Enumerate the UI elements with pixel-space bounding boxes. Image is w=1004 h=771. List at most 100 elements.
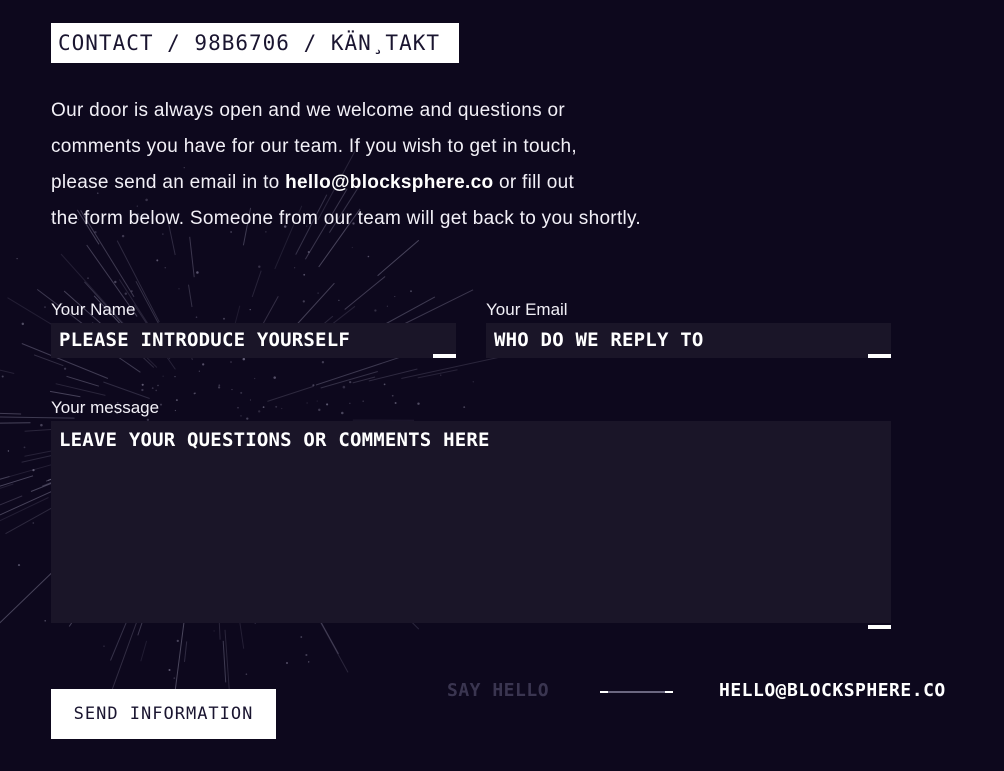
star-dot: [440, 374, 442, 376]
star-dot: [218, 384, 221, 387]
say-hello-label: SAY HELLO: [447, 680, 550, 701]
star-dot: [40, 423, 43, 427]
star-streak: [0, 495, 23, 506]
divider-line: [608, 691, 665, 693]
intro-email-link[interactable]: hello@blocksphere.co: [285, 172, 493, 193]
star-dot: [394, 296, 396, 298]
star-streak: [377, 239, 420, 277]
star-dot: [32, 522, 35, 524]
star-streak: [111, 621, 138, 692]
star-dot: [246, 417, 249, 420]
email-input-corner-mark: [868, 354, 891, 358]
star-dot: [362, 400, 364, 402]
star-streak: [315, 353, 411, 386]
star-dot: [176, 639, 179, 643]
message-placeholder: LEAVE YOUR QUESTIONS OR COMMENTS HERE: [59, 429, 490, 451]
star-dot: [213, 630, 215, 632]
star-streak: [0, 412, 22, 415]
star-dot: [114, 280, 117, 284]
star-streak: [0, 476, 10, 480]
star-dot: [303, 273, 306, 276]
star-dot: [141, 383, 144, 386]
star-dot: [472, 381, 475, 383]
star-dot: [162, 375, 164, 377]
star-streak: [0, 497, 49, 522]
star-dot: [156, 259, 159, 262]
star-dot: [44, 620, 46, 622]
star-dot: [173, 677, 176, 679]
star-dot: [230, 361, 232, 363]
star-dot: [410, 290, 412, 293]
name-placeholder: PLEASE INTRODUCE YOURSELF: [59, 329, 350, 351]
star-dot: [44, 306, 46, 309]
intro-text: Our door is always open and we welcome a…: [51, 93, 751, 237]
footer-email-link[interactable]: HELLO@BLOCKSPHERE.CO: [719, 680, 946, 701]
star-dot: [300, 636, 303, 638]
star-streak: [188, 284, 193, 308]
star-dot: [281, 407, 283, 410]
star-dot: [394, 402, 397, 404]
star-dot: [342, 385, 346, 389]
star-dot: [124, 292, 128, 295]
star-dot: [317, 292, 319, 294]
star-dot: [103, 645, 105, 647]
star-streak: [140, 640, 148, 662]
star-dot: [249, 308, 251, 311]
star-dot: [391, 394, 394, 397]
star-dot: [195, 316, 198, 318]
name-input[interactable]: PLEASE INTRODUCE YOURSELF: [51, 323, 456, 358]
star-dot: [223, 317, 225, 320]
star-streak: [222, 640, 227, 683]
star-dot: [1, 375, 4, 378]
star-dot: [306, 402, 308, 404]
star-dot: [316, 400, 318, 402]
star-dot: [338, 299, 340, 302]
name-label: Your Name: [51, 300, 136, 319]
star-dot: [258, 410, 261, 413]
message-textarea[interactable]: LEAVE YOUR QUESTIONS OR COMMENTS HERE: [51, 421, 891, 623]
star-dot: [367, 255, 370, 258]
star-streak: [352, 376, 376, 384]
page-title: CONTACT / 98B6706 / KÄN¸TAKT: [51, 23, 459, 63]
message-corner-mark: [868, 625, 891, 629]
star-streak: [0, 369, 15, 374]
email-placeholder: WHO DO WE REPLY TO: [494, 329, 704, 351]
star-dot: [262, 406, 265, 408]
star-streak: [0, 422, 31, 424]
star-dot: [168, 668, 171, 672]
star-dot: [341, 411, 344, 415]
star-dot: [351, 246, 353, 249]
star-dot: [307, 251, 310, 253]
star-streak: [103, 381, 150, 399]
star-streak: [320, 371, 378, 389]
star-dot: [245, 673, 248, 675]
star-streak: [344, 276, 386, 310]
star-dot: [23, 446, 26, 449]
star-dot: [305, 653, 308, 657]
intro-line-3: please send an email in to hello@blocksp…: [51, 165, 751, 201]
star-dot: [157, 384, 159, 387]
star-dot: [242, 357, 246, 361]
star-dot: [193, 392, 196, 395]
star-dot: [302, 300, 305, 303]
star-streak: [368, 368, 418, 382]
email-input[interactable]: WHO DO WE REPLY TO: [486, 323, 891, 358]
star-dot: [198, 370, 200, 372]
star-dot: [349, 402, 351, 404]
star-dot: [21, 322, 25, 326]
send-information-button[interactable]: SEND INFORMATION: [51, 689, 276, 739]
star-dot: [141, 388, 144, 392]
star-streak: [189, 236, 195, 278]
intro-line-2: comments you have for our team. If you w…: [51, 136, 577, 157]
star-dot: [383, 383, 386, 386]
star-dot: [374, 309, 377, 312]
star-streak: [49, 390, 81, 398]
star-dot: [159, 403, 163, 406]
star-dot: [321, 361, 325, 364]
intro-line-3-start: please send an email in to: [51, 172, 286, 193]
star-dot: [249, 399, 251, 401]
star-dot: [175, 399, 178, 402]
message-label: Your message: [51, 398, 160, 417]
star-streak: [55, 383, 106, 396]
star-streak: [417, 369, 458, 379]
